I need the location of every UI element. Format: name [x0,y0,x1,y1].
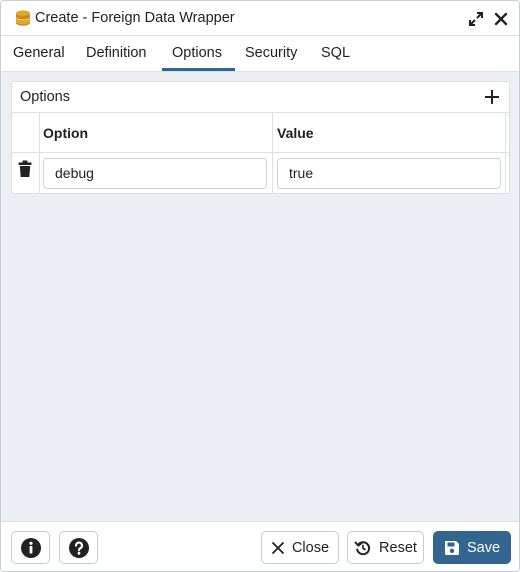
help-icon [68,537,89,558]
tab-definition[interactable]: Definition [86,36,146,71]
database-icon [14,9,34,27]
save-button[interactable]: Save [433,531,511,564]
delete-row-icon[interactable] [18,160,32,178]
reset-button-label: Reset [379,539,417,556]
create-foreign-data-wrapper-dialog: Create - Foreign Data Wrapper General De… [0,0,520,572]
column-header-option: Option [43,125,89,141]
info-icon [20,537,41,558]
save-button-label: Save [466,539,501,556]
close-button[interactable]: Close [261,531,339,564]
dialog-footer: Close Reset Save [1,521,519,571]
options-panel: Options Option Value debug true [11,81,510,194]
tab-options[interactable]: Options [172,36,222,71]
info-button[interactable] [11,531,50,564]
column-header-value: Value [277,125,314,141]
active-tab-indicator [162,68,235,71]
close-icon[interactable] [492,10,510,28]
table-row: debug true [12,153,509,194]
reset-icon [354,539,372,557]
tab-sql[interactable]: SQL [321,36,350,71]
tab-general[interactable]: General [13,36,65,71]
dialog-title: Create - Foreign Data Wrapper [35,10,235,26]
reset-button[interactable]: Reset [347,531,424,564]
options-panel-header: Options [12,82,509,113]
title-bar: Create - Foreign Data Wrapper [1,1,519,36]
add-row-icon[interactable] [482,87,502,107]
help-button[interactable] [59,531,98,564]
options-panel-title: Options [20,89,70,105]
close-button-label: Close [291,539,330,556]
options-grid-header: Option Value [12,113,509,153]
save-icon [444,540,460,556]
close-icon [271,541,285,555]
tab-security[interactable]: Security [245,36,297,71]
tab-bar: General Definition Options Security SQL [1,36,519,72]
maximize-icon[interactable] [467,10,485,28]
option-name-input[interactable]: debug [43,158,267,189]
option-value-input[interactable]: true [277,158,501,189]
